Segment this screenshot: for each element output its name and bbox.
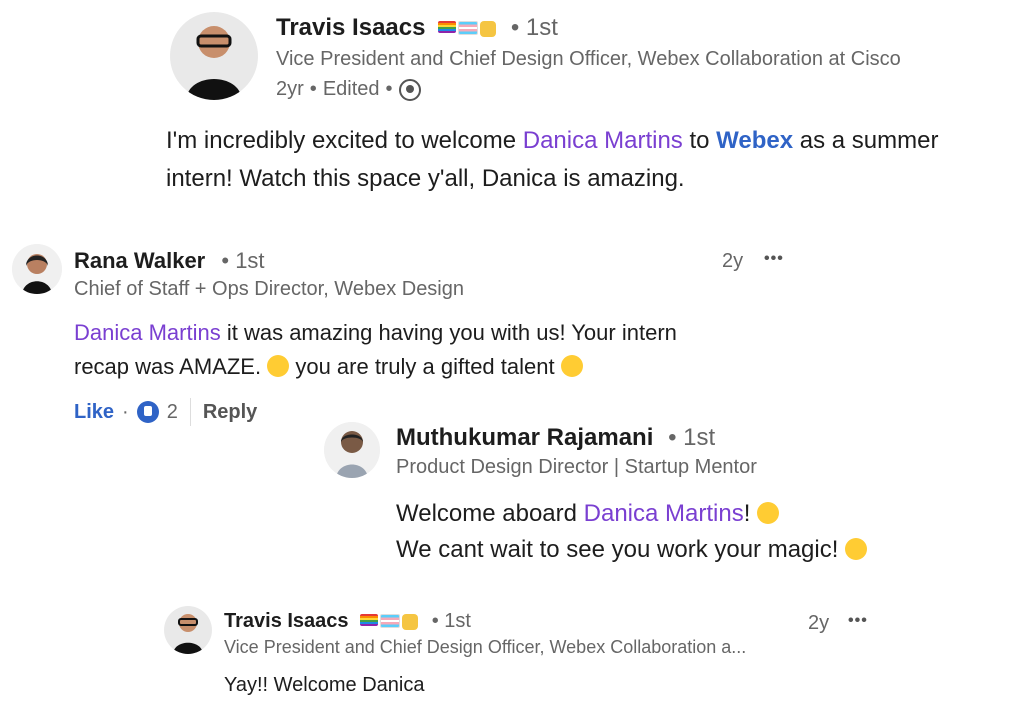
post-author-row: Travis Isaacs • 1st [276,14,558,42]
reply-text-line2: We cant wait to see you work your magic! [396,536,839,563]
company-link-webex[interactable]: Webex [716,127,793,154]
actions-dot: · [122,400,129,423]
post-text-line2: intern! Watch this space y'all, Danica i… [166,165,685,192]
comment-author-title: Chief of Staff + Ops Director, Webex Des… [74,278,464,300]
star-struck-emoji-icon [267,355,290,377]
comment-author-avatar[interactable] [12,244,62,294]
comment-time: 2y [722,250,744,272]
like-button[interactable]: Like [74,401,114,424]
reply-author-avatar[interactable] [164,606,212,654]
actions-divider [189,398,191,426]
reply-text: Welcome aboard Danica Martins! We cant w… [396,496,1016,568]
mention-danica-martins[interactable]: Danica Martins [74,320,221,345]
post-author-name[interactable]: Travis Isaacs [276,14,425,41]
reply-text-suffix: ! [743,500,751,527]
post-meta-separator: • [309,78,317,100]
trans-flag-icon [380,613,401,628]
post-text-prefix: I'm incredibly excited to welcome [166,127,517,154]
reply2-author-row: Travis Isaacs • 1st [224,610,471,633]
reply2-author-name[interactable]: Travis Isaacs [224,610,349,632]
reply-author-degree: • 1st [668,424,716,451]
profile-photo [12,244,62,294]
profile-photo [324,422,380,478]
reply2-time: 2y [808,612,830,634]
reply2-author-title: Vice President and Chief Design Officer,… [224,637,747,657]
grinning-face-emoji-icon [845,538,868,560]
pride-flag-icon [438,20,457,33]
post-author-avatar[interactable] [170,12,258,100]
comment-text-line2a: recap was AMAZE. [74,354,262,379]
post-author-degree: • 1st [510,14,558,41]
comment-text-line1: it was amazing having you with us! Your … [226,320,677,345]
comment-author-row: Rana Walker • 1st [74,248,265,274]
globe-icon [398,78,421,101]
reply-author-avatar[interactable] [324,422,380,478]
reply2-author-flags [360,613,419,630]
reply-author-row: Muthukumar Rajamani • 1st [396,424,715,452]
comment-author-name[interactable]: Rana Walker [74,248,205,273]
post-author-flags [438,20,497,37]
comment-text: Danica Martins it was amazing having you… [74,316,774,384]
trans-flag-icon [458,20,479,35]
post-text-suffix: as a summer [799,127,939,154]
post-meta: 2yr • Edited • [276,78,421,101]
comment-author-degree: • 1st [221,248,265,273]
comment-text-line2b: you are truly a gifted talent [295,354,555,379]
post-time: 2yr [276,78,304,100]
reply2-text: Yay!! Welcome Danica [224,674,425,696]
post-author-title: Vice President and Chief Design Officer,… [276,48,901,70]
raised-fist-icon [402,613,419,630]
pride-flag-icon [360,613,379,626]
reply-text-prefix: Welcome aboard [396,500,577,527]
profile-photo [164,606,212,654]
profile-photo [170,12,258,100]
post-meta-separator: • [385,78,393,100]
partying-face-emoji-icon [560,355,583,377]
reply-button[interactable]: Reply [203,401,257,424]
post-edited: Edited [322,78,380,100]
reply-author-title: Product Design Director | Startup Mentor [396,456,757,478]
reply2-author-degree: • 1st [431,610,471,632]
comment-more-button[interactable]: ••• [764,250,784,268]
party-popper-emoji-icon [757,502,780,524]
reply-author-name[interactable]: Muthukumar Rajamani [396,424,653,451]
comment-actions: Like · 2 Reply [74,398,257,426]
post-text: I'm incredibly excited to welcome Danica… [166,122,1024,198]
reply2-more-button[interactable]: ••• [848,612,868,630]
post-text-mid: to [689,127,710,154]
raised-fist-icon [480,20,497,37]
reaction-count[interactable]: 2 [167,401,178,424]
mention-danica-martins[interactable]: Danica Martins [584,500,744,527]
mention-danica-martins[interactable]: Danica Martins [523,127,683,154]
like-reaction-icon[interactable] [136,401,159,423]
